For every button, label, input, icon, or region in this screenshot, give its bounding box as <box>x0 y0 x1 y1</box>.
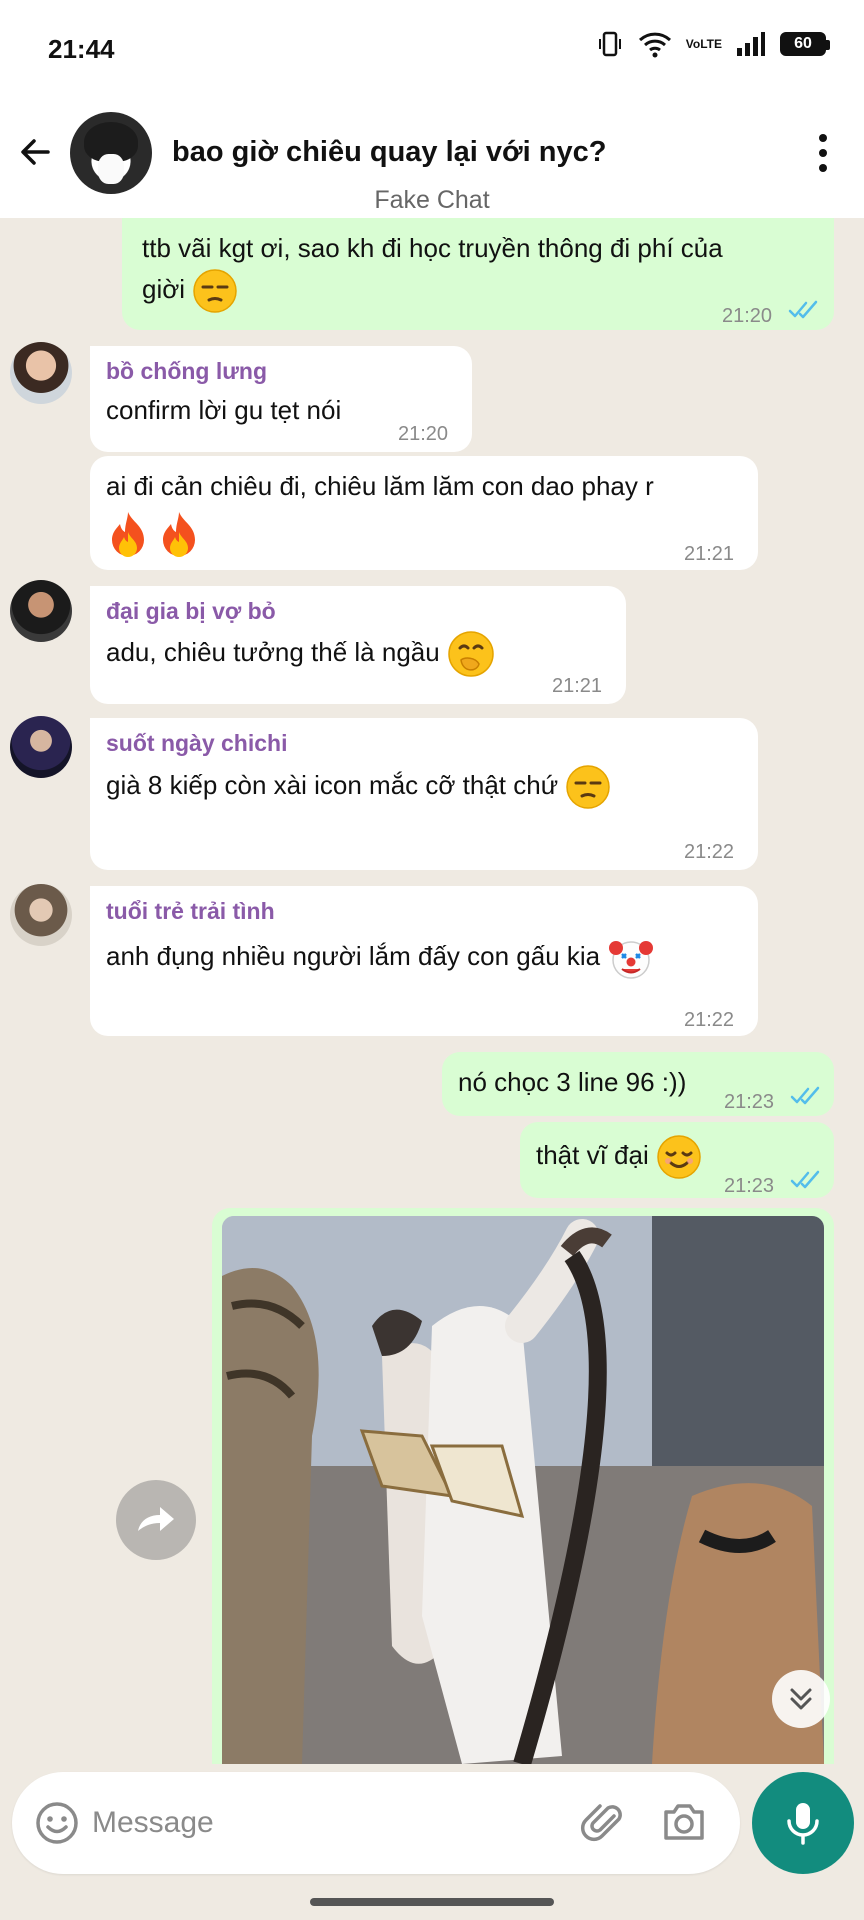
read-ticks-icon <box>790 1170 820 1189</box>
status-time: 21:44 <box>48 34 115 64</box>
status-bar: 21:44 Vo LTE 60 <box>0 0 864 100</box>
message-bubble-outgoing[interactable]: nó chọc 3 line 96 :)) 21:23 <box>442 1052 834 1116</box>
relieved-face-icon <box>657 1135 701 1179</box>
home-indicator[interactable] <box>310 1898 554 1906</box>
chat-title[interactable]: bao giờ chiêu quay lại với nyc? <box>172 136 606 169</box>
camera-icon <box>664 1804 704 1840</box>
message-bubble-incoming[interactable]: tuổi trẻ trải tình anh đụng nhiều người … <box>90 886 758 1036</box>
read-ticks-icon <box>788 300 818 319</box>
camera-button[interactable] <box>660 1798 708 1846</box>
message-bubble-incoming[interactable]: suốt ngày chichi già 8 kiếp còn xài icon… <box>90 718 758 870</box>
message-text: adu, chiêu tưởng thế là ngầu <box>106 636 440 667</box>
message-text: anh đụng nhiều người lắm đấy con gấu kia <box>106 940 601 971</box>
message-bubble-outgoing[interactable]: ttb vãi kgt ơi, sao kh đi học truyền thô… <box>122 218 834 330</box>
message-text: giời <box>142 273 186 304</box>
message-time: 21:23 <box>724 1091 775 1113</box>
forward-icon <box>138 1507 174 1531</box>
message-time: 21:21 <box>552 675 603 697</box>
status-icons: Vo LTE 60 <box>596 30 830 58</box>
fire-icon <box>163 512 196 557</box>
message-text: già 8 kiếp còn xài icon mắc cỡ thật chứ <box>106 769 559 800</box>
message-text: ttb vãi kgt ơi, sao kh đi học truyền thô… <box>142 233 723 263</box>
signal-icon <box>736 31 766 57</box>
battery-icon: 60 <box>780 32 830 56</box>
cats-meme-photo[interactable] <box>222 1216 824 1764</box>
group-avatar[interactable] <box>70 112 152 194</box>
message-time: 21:22 <box>684 841 735 863</box>
message-time: 21:21 <box>684 543 735 565</box>
message-time: 21:20 <box>398 423 449 445</box>
microphone-icon <box>787 1803 819 1845</box>
vibrate-icon <box>596 30 624 58</box>
message-bubble-incoming[interactable]: bồ chống lưng confirm lời gu tẹt nói 21:… <box>90 346 472 452</box>
message-bubble-incoming[interactable]: đại gia bị vợ bỏ adu, chiêu tưởng thế là… <box>90 586 626 704</box>
volte-icon: Vo LTE <box>685 36 722 51</box>
more-options-button[interactable] <box>808 128 838 178</box>
emoji-button[interactable] <box>34 1800 80 1846</box>
message-time: 21:23 <box>724 1175 775 1197</box>
message-time: 21:20 <box>722 305 773 327</box>
message-text: ai đi cản chiêu đi, chiêu lăm lăm con da… <box>106 471 654 501</box>
wifi-icon <box>638 30 672 58</box>
message-text: thật vĩ đại <box>536 1139 649 1170</box>
face-with-hand-over-mouth-icon <box>448 631 494 677</box>
fire-icon <box>112 512 144 557</box>
read-ticks-icon <box>790 1086 820 1105</box>
scroll-to-bottom-button[interactable] <box>772 1670 830 1728</box>
message-composer <box>12 1772 740 1874</box>
message-time: 21:22 <box>684 1009 735 1031</box>
sender-name[interactable]: tuổi trẻ trải tình <box>106 896 742 926</box>
sender-avatar[interactable] <box>10 342 72 404</box>
paperclip-icon <box>580 1804 622 1842</box>
arrow-left-icon <box>21 139 50 165</box>
sender-avatar[interactable] <box>10 716 72 778</box>
unamused-face-icon <box>193 269 238 313</box>
chat-subtitle: Fake Chat <box>374 186 490 214</box>
sender-name[interactable]: bồ chống lưng <box>106 356 456 386</box>
sender-name[interactable]: đại gia bị vợ bỏ <box>106 596 610 626</box>
back-button[interactable] <box>14 130 58 174</box>
clown-face-icon <box>609 941 654 979</box>
message-bubble-incoming[interactable]: ai đi cản chiêu đi, chiêu lăm lăm con da… <box>90 456 758 570</box>
smiley-icon <box>36 1802 78 1844</box>
message-text: nó chọc 3 line 96 :)) <box>458 1067 687 1097</box>
sender-name[interactable]: suốt ngày chichi <box>106 728 742 758</box>
forward-button[interactable] <box>116 1480 196 1560</box>
double-chevron-down-icon <box>790 1688 812 1710</box>
sender-avatar[interactable] <box>10 884 72 946</box>
unamused-face-icon <box>566 765 611 809</box>
message-input[interactable] <box>92 1794 492 1852</box>
message-bubble-outgoing[interactable]: thật vĩ đại 21:23 <box>520 1122 834 1198</box>
attach-button[interactable] <box>580 1798 628 1846</box>
voice-message-button[interactable] <box>752 1772 854 1874</box>
more-vertical-icon <box>819 134 827 172</box>
cats-with-book-image <box>222 1216 824 1764</box>
sender-avatar[interactable] <box>10 580 72 642</box>
